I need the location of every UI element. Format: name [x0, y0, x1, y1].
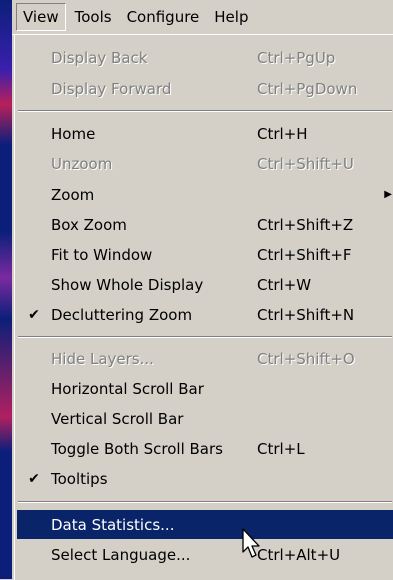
checkmark-icon: ✔ — [28, 470, 40, 487]
menu-item-shortcut: Ctrl+Shift+O — [257, 349, 355, 368]
menu-item-tooltips[interactable]: ✔ Tooltips — [17, 464, 393, 493]
menu-item-data-statistics[interactable]: Data Statistics... — [17, 510, 393, 539]
menu-item-show-whole-display[interactable]: Show Whole Display Ctrl+W — [17, 270, 393, 299]
menu-separator — [18, 110, 392, 112]
menu-item-fit-to-window[interactable]: Fit to Window Ctrl+Shift+F — [17, 240, 393, 269]
menu-item-zoom[interactable]: Zoom ▶ — [17, 180, 393, 209]
mouse-pointer-icon — [242, 528, 260, 558]
menu-item-shortcut: Ctrl+PgUp — [257, 48, 336, 67]
menu-item-label: Display Forward — [51, 79, 172, 98]
menu-item-label: Horizontal Scroll Bar — [51, 379, 204, 398]
menu-item-label: Box Zoom — [51, 215, 127, 234]
menu-item-label: Select Language... — [51, 545, 191, 564]
menu-item-unzoom[interactable]: Unzoom Ctrl+Shift+U — [17, 149, 393, 178]
menu-item-shortcut: Ctrl+PgDown — [257, 79, 358, 98]
menu-item-shortcut: Ctrl+Shift+Z — [257, 215, 354, 234]
menu-item-shortcut: Ctrl+H — [257, 124, 308, 143]
menu-item-display-forward[interactable]: Display Forward Ctrl+PgDown — [17, 74, 393, 103]
submenu-arrow-icon: ▶ — [384, 189, 392, 200]
menu-item-box-zoom[interactable]: Box Zoom Ctrl+Shift+Z — [17, 210, 393, 239]
menu-item-select-language[interactable]: Select Language... Ctrl+Alt+U — [17, 540, 393, 569]
menu-item-horizontal-scroll-bar[interactable]: Horizontal Scroll Bar — [17, 374, 393, 403]
menu-separator — [18, 336, 392, 338]
menu-configure[interactable]: Configure — [121, 4, 206, 30]
menu-item-label: Decluttering Zoom — [51, 305, 193, 324]
menu-item-home[interactable]: Home Ctrl+H — [17, 119, 393, 148]
menu-tools[interactable]: Tools — [69, 4, 118, 30]
background-window-edge — [0, 0, 12, 579]
menu-item-label: Data Statistics... — [51, 515, 175, 534]
menu-help[interactable]: Help — [208, 4, 254, 30]
menu-item-toggle-both-scroll-bars[interactable]: Toggle Both Scroll Bars Ctrl+L — [17, 434, 393, 463]
menu-separator — [18, 501, 392, 503]
menu-item-label: Toggle Both Scroll Bars — [51, 439, 223, 458]
menu-item-hide-layers[interactable]: Hide Layers... Ctrl+Shift+O — [17, 344, 393, 373]
menu-item-label: Vertical Scroll Bar — [51, 409, 184, 428]
menu-item-label: Unzoom — [51, 154, 113, 173]
menu-item-shortcut: Ctrl+Alt+U — [257, 545, 341, 564]
menu-item-shortcut: Ctrl+W — [257, 275, 312, 294]
menu-item-display-back[interactable]: Display Back Ctrl+PgUp — [17, 43, 393, 72]
menu-item-label: Zoom — [51, 185, 95, 204]
menu-item-label: Hide Layers... — [51, 349, 154, 368]
menu-item-vertical-scroll-bar[interactable]: Vertical Scroll Bar — [17, 404, 393, 433]
menu-item-shortcut: Ctrl+Shift+N — [257, 305, 355, 324]
view-dropdown-menu: Display Back Ctrl+PgUp Display Forward C… — [14, 34, 393, 580]
menu-item-shortcut: Ctrl+Shift+U — [257, 154, 354, 173]
menu-item-label: Tooltips — [51, 469, 108, 488]
menu-item-label: Display Back — [51, 48, 148, 67]
menu-bar: View Tools Configure Help — [12, 0, 393, 35]
menu-item-label: Fit to Window — [51, 245, 153, 264]
menu-item-decluttering-zoom[interactable]: ✔ Decluttering Zoom Ctrl+Shift+N — [17, 300, 393, 329]
checkmark-icon: ✔ — [28, 306, 40, 323]
menu-item-shortcut: Ctrl+Shift+F — [257, 245, 352, 264]
menu-item-label: Show Whole Display — [51, 275, 204, 294]
menu-item-label: Home — [51, 124, 96, 143]
menu-view[interactable]: View — [16, 3, 66, 31]
menu-item-shortcut: Ctrl+L — [257, 439, 305, 458]
